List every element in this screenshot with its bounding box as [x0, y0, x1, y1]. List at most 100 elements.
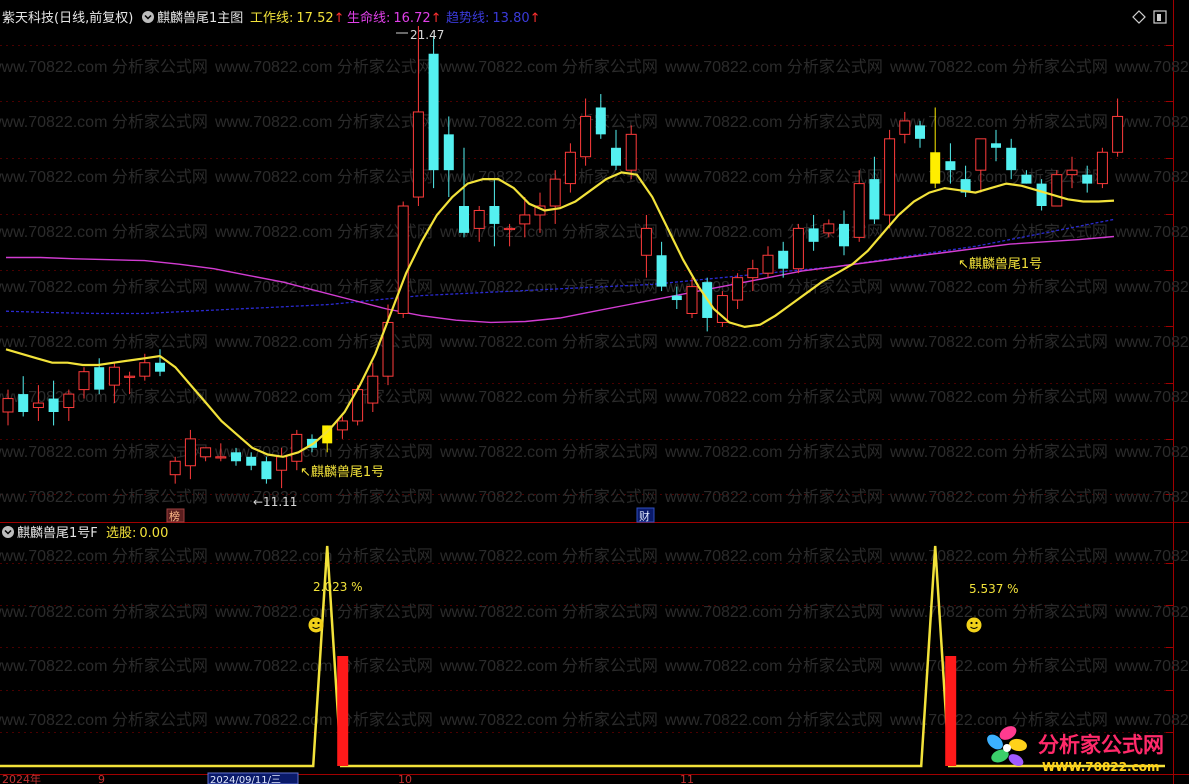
watermark-text: www.70822.com 分析家公式网 [889, 388, 1108, 406]
candle[interactable] [991, 129, 1001, 162]
indicator-menu-icon[interactable] [142, 11, 154, 23]
candle[interactable] [656, 241, 667, 292]
indicator-name[interactable]: 麒麟兽尾1主图 [157, 10, 243, 26]
candle[interactable] [382, 304, 394, 386]
work-line [5, 171, 1115, 458]
watermark-text: www.70822.com 分析家公式网 [439, 488, 658, 506]
sub-indicator-name[interactable]: 麒麟兽尾1号F [17, 525, 98, 541]
candle[interactable] [155, 349, 165, 377]
trend-line-label: 趋势线: [446, 10, 489, 26]
high-marker-label: 21.47 [410, 28, 444, 42]
watermark-text: www.70822.com 分析家公式网 [0, 603, 208, 621]
watermark-text: www.70822.com 分析家公式网 [439, 443, 658, 461]
watermark-text: www.70822.com 分析家公式网 [1114, 657, 1189, 675]
candle[interactable] [792, 223, 804, 274]
watermark-text: www.70822.com 分析家公式网 [0, 58, 208, 76]
watermark-text: www.70822.com 分析家公式网 [664, 657, 883, 675]
trend-line-value: 13.80 [492, 11, 529, 26]
candle[interactable] [1096, 147, 1108, 189]
sub-indicator-menu-icon[interactable] [2, 526, 14, 538]
watermark-text: www.70822.com 分析家公式网 [439, 388, 658, 406]
candle[interactable] [884, 129, 896, 229]
watermark-text: www.70822.com 分析家公式网 [1114, 547, 1189, 565]
watermark-text: www.70822.com 分析家公式网 [889, 603, 1108, 621]
watermark-text: www.70822.com 分析家公式网 [889, 443, 1108, 461]
watermark-text: www.70822.com 分析家公式网 [0, 168, 208, 186]
watermark-text: www.70822.com 分析家公式网 [1114, 223, 1189, 241]
watermark-text: www.70822.com 分析家公式网 [889, 488, 1108, 506]
watermark-text: www.70822.com 分析家公式网 [0, 388, 208, 406]
watermark-text: www.70822.com 分析家公式网 [664, 223, 883, 241]
watermark-text: www.70822.com 分析家公式网 [0, 278, 208, 296]
candle[interactable] [732, 273, 744, 309]
candle[interactable] [1036, 179, 1047, 211]
trend-line-legend: 趋势线: 13.80↑ [446, 10, 541, 26]
candle[interactable] [184, 429, 196, 480]
logo-url: WWW.70822.com [1042, 760, 1159, 774]
candle[interactable] [63, 389, 75, 421]
candle[interactable] [169, 456, 181, 484]
watermark-text: www.70822.com 分析家公式网 [1114, 711, 1189, 729]
watermark-text: www.70822.com 分析家公式网 [664, 388, 883, 406]
event-tag-cai-label: 财 [639, 509, 650, 523]
watermark-text: www.70822.com 分析家公式网 [0, 113, 208, 131]
trend-line-arrow: ↑ [530, 11, 541, 26]
candle[interactable] [18, 376, 29, 417]
watermark-text: www.70822.com 分析家公式网 [889, 58, 1108, 76]
watermark-text: www.70822.com 分析家公式网 [1114, 388, 1189, 406]
candle[interactable] [397, 201, 409, 318]
signal-label-1: ↖麒麟兽尾1号 [300, 464, 384, 480]
candle[interactable] [762, 246, 774, 278]
candle[interactable] [580, 98, 592, 166]
candle[interactable] [1112, 98, 1124, 157]
watermark-text: www.70822.com 分析家公式网 [664, 547, 883, 565]
watermark-text: www.70822.com 分析家公式网 [889, 657, 1108, 675]
watermark-text: www.70822.com 分析家公式网 [664, 711, 883, 729]
watermark-text: www.70822.com 分析家公式网 [214, 711, 433, 729]
watermark-text: www.70822.com 分析家公式网 [0, 223, 208, 241]
candle[interactable] [1051, 170, 1063, 207]
candle[interactable] [716, 291, 728, 327]
work-line-arrow: ↑ [334, 11, 345, 26]
watermark-text: www.70822.com 分析家公式网 [1114, 333, 1189, 351]
candle[interactable] [459, 147, 469, 238]
watermark-text: www.70822.com 分析家公式网 [664, 113, 883, 131]
candle[interactable] [595, 94, 606, 139]
time-label-nov: 11 [680, 773, 694, 784]
watermark-text: www.70822.com 分析家公式网 [0, 547, 208, 565]
watermark-text: www.70822.com 分析家公式网 [664, 443, 883, 461]
candle[interactable] [48, 380, 59, 426]
life-line-label: 生命线: [347, 10, 390, 26]
candle[interactable] [869, 156, 880, 224]
candle[interactable] [412, 23, 424, 206]
candle[interactable] [611, 129, 621, 171]
diamond-icon[interactable] [1132, 10, 1146, 24]
stock-chart[interactable]: www.70822.com 分析家公式网 www.70822.com 分析家公式网… [0, 0, 1189, 784]
cursor-date-label: 2024/09/11/三 [210, 775, 281, 784]
watermark-text: www.70822.com 分析家公式网 [214, 113, 433, 131]
candle[interactable] [808, 214, 819, 251]
watermark-text: www.70822.com 分析家公式网 [889, 711, 1108, 729]
watermark-text: www.70822.com 分析家公式网 [1114, 113, 1189, 131]
watermark-text: www.70822.com 分析家公式网 [1114, 488, 1189, 506]
watermark-text: www.70822.com 分析家公式网 [214, 488, 433, 506]
watermark-text: www.70822.com 分析家公式网 [214, 547, 433, 565]
watermark-text: www.70822.com 分析家公式网 [664, 168, 883, 186]
watermark-text: www.70822.com 分析家公式网 [439, 333, 658, 351]
watermark-text: www.70822.com 分析家公式网 [1114, 58, 1189, 76]
watermark-text: www.70822.com 分析家公式网 [0, 711, 208, 729]
life-line-legend: 生命线: 16.72↑ [347, 10, 442, 26]
watermark-text: www.70822.com 分析家公式网 [1114, 603, 1189, 621]
watermark-text: www.70822.com 分析家公式网 [214, 333, 433, 351]
watermark-text: www.70822.com 分析家公式网 [214, 388, 433, 406]
candle[interactable] [428, 35, 439, 189]
watermark-text: www.70822.com 分析家公式网 [439, 711, 658, 729]
candle[interactable] [839, 210, 849, 256]
watermark-text: www.70822.com 分析家公式网 [214, 657, 433, 675]
watermark-text: www.70822.com 分析家公式网 [439, 547, 658, 565]
watermark-text: www.70822.com 分析家公式网 [0, 488, 208, 506]
candlesticks[interactable] [2, 23, 1124, 489]
watermark-text: www.70822.com 分析家公式网 [889, 333, 1108, 351]
low-marker-label: ←11.11 [253, 495, 297, 509]
stock-title[interactable]: 紫天科技(日线,前复权) [2, 10, 133, 26]
